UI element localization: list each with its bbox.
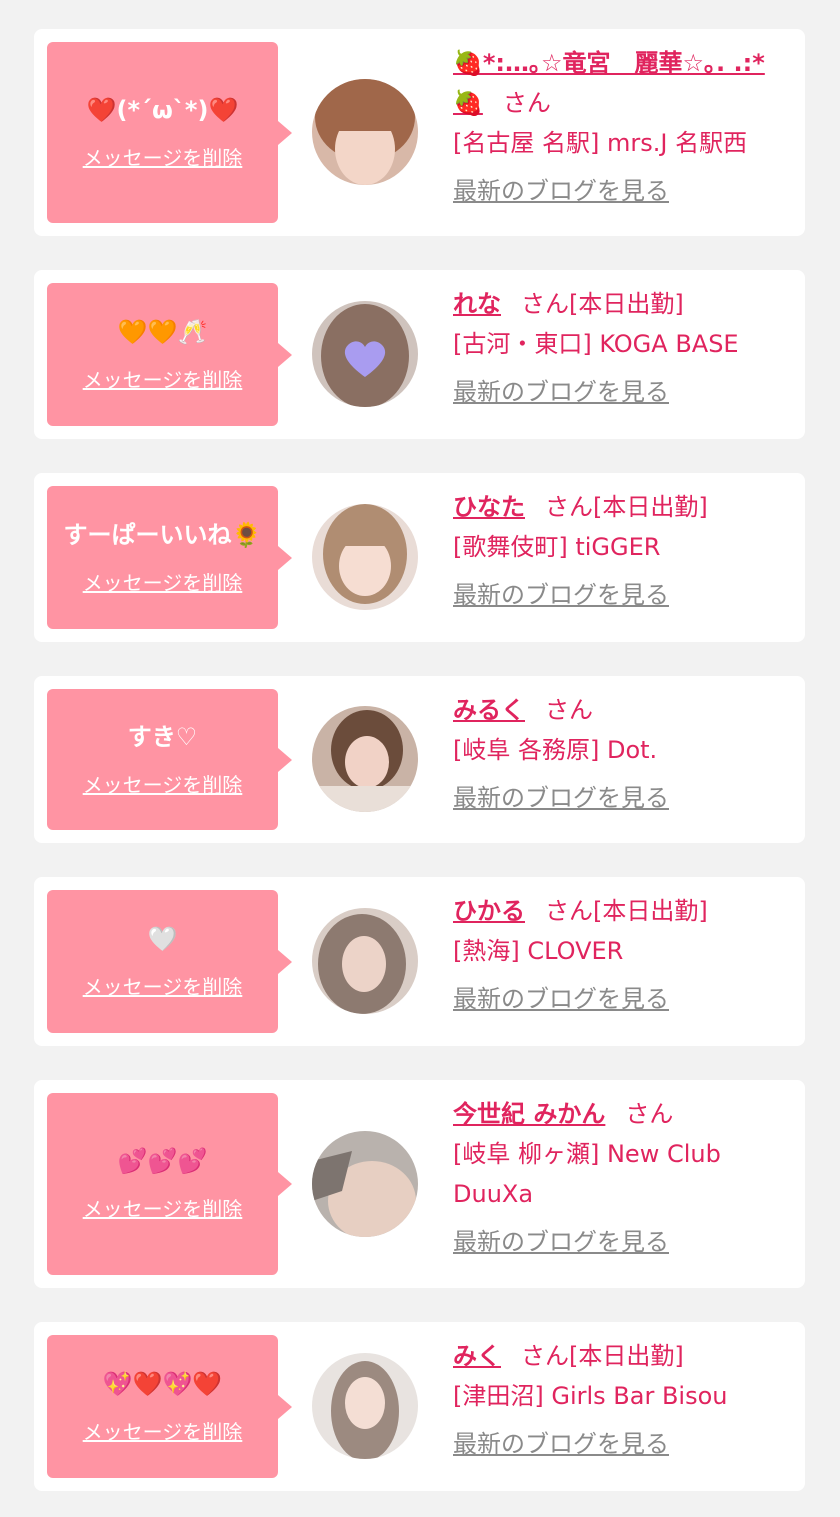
status-badge: [本日出勤] <box>593 493 708 521</box>
latest-blog-link[interactable]: 最新のブログを見る <box>453 173 669 209</box>
message-text: 🤍 <box>147 924 178 953</box>
honorific: さん <box>521 290 569 318</box>
shop-label: [熱海] CLOVER <box>453 937 624 965</box>
shop-label: [歌舞伎町] tiGGER <box>453 533 661 561</box>
message-card: 💕💕💕 メッセージを削除 今世紀 みかん さん [岐阜 柳ヶ瀬] New Club… <box>34 1080 805 1288</box>
status-badge: [本日出勤] <box>569 290 684 318</box>
message-card: ❤️(*´ω`*)❤️ メッセージを削除 🍓*:…｡☆竜宮 麗華☆｡. .:*🍓… <box>34 29 805 236</box>
profile-info: ひなた さん[本日出勤] [歌舞伎町] tiGGER 最新のブログを見る <box>453 487 793 615</box>
profile-info: 🍓*:…｡☆竜宮 麗華☆｡. .:*🍓 さん [名古屋 名駅] mrs.J 名駅西… <box>453 43 793 211</box>
avatar[interactable] <box>312 504 418 610</box>
profile-info: 今世紀 みかん さん [岐阜 柳ヶ瀬] New Club DuuXa 最新のブログ… <box>453 1094 793 1262</box>
latest-blog-link[interactable]: 最新のブログを見る <box>453 577 669 613</box>
latest-blog-link[interactable]: 最新のブログを見る <box>453 1224 669 1260</box>
latest-blog-link[interactable]: 最新のブログを見る <box>453 374 669 410</box>
message-text: ❤️(*´ω`*)❤️ <box>86 95 239 124</box>
message-card: 💖❤️💖❤️ メッセージを削除 みく さん[本日出勤] [津田沼] Girls B… <box>34 1322 805 1491</box>
status-badge: [本日出勤] <box>593 897 708 925</box>
name-line: ひなた さん[本日出勤] <box>453 487 793 527</box>
avatar[interactable] <box>312 79 418 185</box>
message-card: すき♡ メッセージを削除 みるく さん [岐阜 各務原] Dot. 最新のブログを… <box>34 676 805 843</box>
message-card: 🤍 メッセージを削除 ひかる さん[本日出勤] [熱海] CLOVER 最新のブロ… <box>34 877 805 1046</box>
message-bubble: 🤍 メッセージを削除 <box>47 890 292 1033</box>
message-text: 💕💕💕 <box>117 1147 208 1175</box>
message-text: すーぱーいいね🌻 <box>63 520 262 549</box>
profile-info: ひかる さん[本日出勤] [熱海] CLOVER 最新のブログを見る <box>453 891 793 1019</box>
honorific: さん <box>545 897 593 925</box>
profile-name-link[interactable]: みるく <box>453 696 525 724</box>
message-text: 💖❤️💖❤️ <box>102 1369 223 1398</box>
profile-info: みるく さん [岐阜 各務原] Dot. 最新のブログを見る <box>453 690 793 818</box>
latest-blog-link[interactable]: 最新のブログを見る <box>453 981 669 1017</box>
profile-name-link[interactable]: みく <box>453 1342 501 1370</box>
profile-name-link[interactable]: れな <box>453 290 501 318</box>
name-line: みるく さん <box>453 690 793 730</box>
message-text: すき♡ <box>127 722 198 751</box>
avatar[interactable] <box>312 908 418 1014</box>
message-bubble: すーぱーいいね🌻 メッセージを削除 <box>47 486 292 629</box>
delete-message-link[interactable]: メッセージを削除 <box>83 1420 243 1444</box>
shop-label: [岐阜 柳ヶ瀬] New Club DuuXa <box>453 1140 721 1208</box>
honorific: さん <box>502 89 551 117</box>
message-bubble: ❤️(*´ω`*)❤️ メッセージを削除 <box>47 42 292 223</box>
delete-message-link[interactable]: メッセージを削除 <box>83 975 243 999</box>
avatar[interactable] <box>312 1353 418 1459</box>
avatar[interactable] <box>312 301 418 407</box>
delete-message-link[interactable]: メッセージを削除 <box>83 571 243 595</box>
name-line: 🍓*:…｡☆竜宮 麗華☆｡. .:*🍓 さん <box>453 43 793 123</box>
shop-label: [津田沼] Girls Bar Bisou <box>453 1382 728 1410</box>
honorific: さん <box>545 696 593 724</box>
delete-message-link[interactable]: メッセージを削除 <box>83 1197 243 1221</box>
status-badge: [本日出勤] <box>569 1342 684 1370</box>
profile-info: みく さん[本日出勤] [津田沼] Girls Bar Bisou 最新のブログを… <box>453 1336 793 1464</box>
name-line: みく さん[本日出勤] <box>453 1336 793 1376</box>
avatar[interactable] <box>312 706 418 812</box>
name-line: れな さん[本日出勤] <box>453 284 793 324</box>
delete-message-link[interactable]: メッセージを削除 <box>83 368 243 392</box>
delete-message-link[interactable]: メッセージを削除 <box>83 146 243 170</box>
honorific: さん <box>521 1342 569 1370</box>
message-card: すーぱーいいね🌻 メッセージを削除 ひなた さん[本日出勤] [歌舞伎町] tiG… <box>34 473 805 642</box>
message-card-list: ❤️(*´ω`*)❤️ メッセージを削除 🍓*:…｡☆竜宮 麗華☆｡. .:*🍓… <box>0 0 840 1517</box>
latest-blog-link[interactable]: 最新のブログを見る <box>453 1426 669 1462</box>
avatar[interactable] <box>312 1131 418 1237</box>
name-line: ひかる さん[本日出勤] <box>453 891 793 931</box>
delete-message-link[interactable]: メッセージを削除 <box>83 773 243 797</box>
message-bubble: 💖❤️💖❤️ メッセージを削除 <box>47 1335 292 1478</box>
honorific: さん <box>625 1100 674 1128</box>
profile-name-link[interactable]: ひかる <box>453 897 525 925</box>
profile-name-link[interactable]: 今世紀 みかん <box>453 1100 605 1128</box>
name-line: 今世紀 みかん さん <box>453 1094 793 1134</box>
shop-label: [名古屋 名駅] mrs.J 名駅西 <box>453 129 748 157</box>
message-card: 🧡🧡🥂 メッセージを削除 れな さん[本日出勤] [古河・東口] KOGA BAS… <box>34 270 805 439</box>
latest-blog-link[interactable]: 最新のブログを見る <box>453 780 669 816</box>
message-bubble: すき♡ メッセージを削除 <box>47 689 292 830</box>
shop-label: [古河・東口] KOGA BASE <box>453 330 739 358</box>
message-bubble: 🧡🧡🥂 メッセージを削除 <box>47 283 292 426</box>
message-text: 🧡🧡🥂 <box>117 317 208 346</box>
profile-name-link[interactable]: ひなた <box>453 493 525 521</box>
honorific: さん <box>545 493 593 521</box>
shop-label: [岐阜 各務原] Dot. <box>453 736 658 764</box>
profile-name-link[interactable]: 🍓*:…｡☆竜宮 麗華☆｡. .:*🍓 <box>453 49 765 117</box>
message-bubble: 💕💕💕 メッセージを削除 <box>47 1093 292 1275</box>
profile-info: れな さん[本日出勤] [古河・東口] KOGA BASE 最新のブログを見る <box>453 284 793 412</box>
